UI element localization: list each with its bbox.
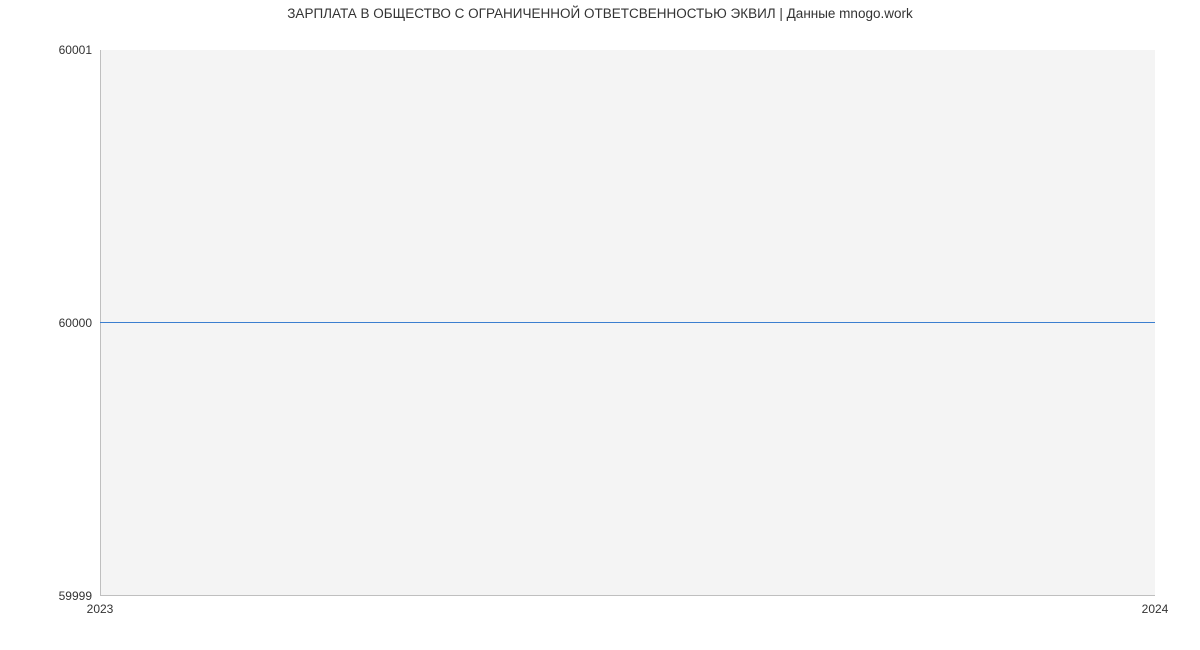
chart-title: ЗАРПЛАТА В ОБЩЕСТВО С ОГРАНИЧЕННОЙ ОТВЕТ… xyxy=(0,6,1200,21)
chart-container: ЗАРПЛАТА В ОБЩЕСТВО С ОГРАНИЧЕННОЙ ОТВЕТ… xyxy=(0,0,1200,650)
y-tick-label: 60001 xyxy=(59,43,92,57)
plot-area xyxy=(100,50,1155,596)
x-tick-label: 2023 xyxy=(87,602,114,616)
y-tick-label: 59999 xyxy=(59,589,92,603)
x-tick-label: 2024 xyxy=(1142,602,1169,616)
y-tick-label: 60000 xyxy=(59,316,92,330)
data-line xyxy=(100,322,1155,323)
